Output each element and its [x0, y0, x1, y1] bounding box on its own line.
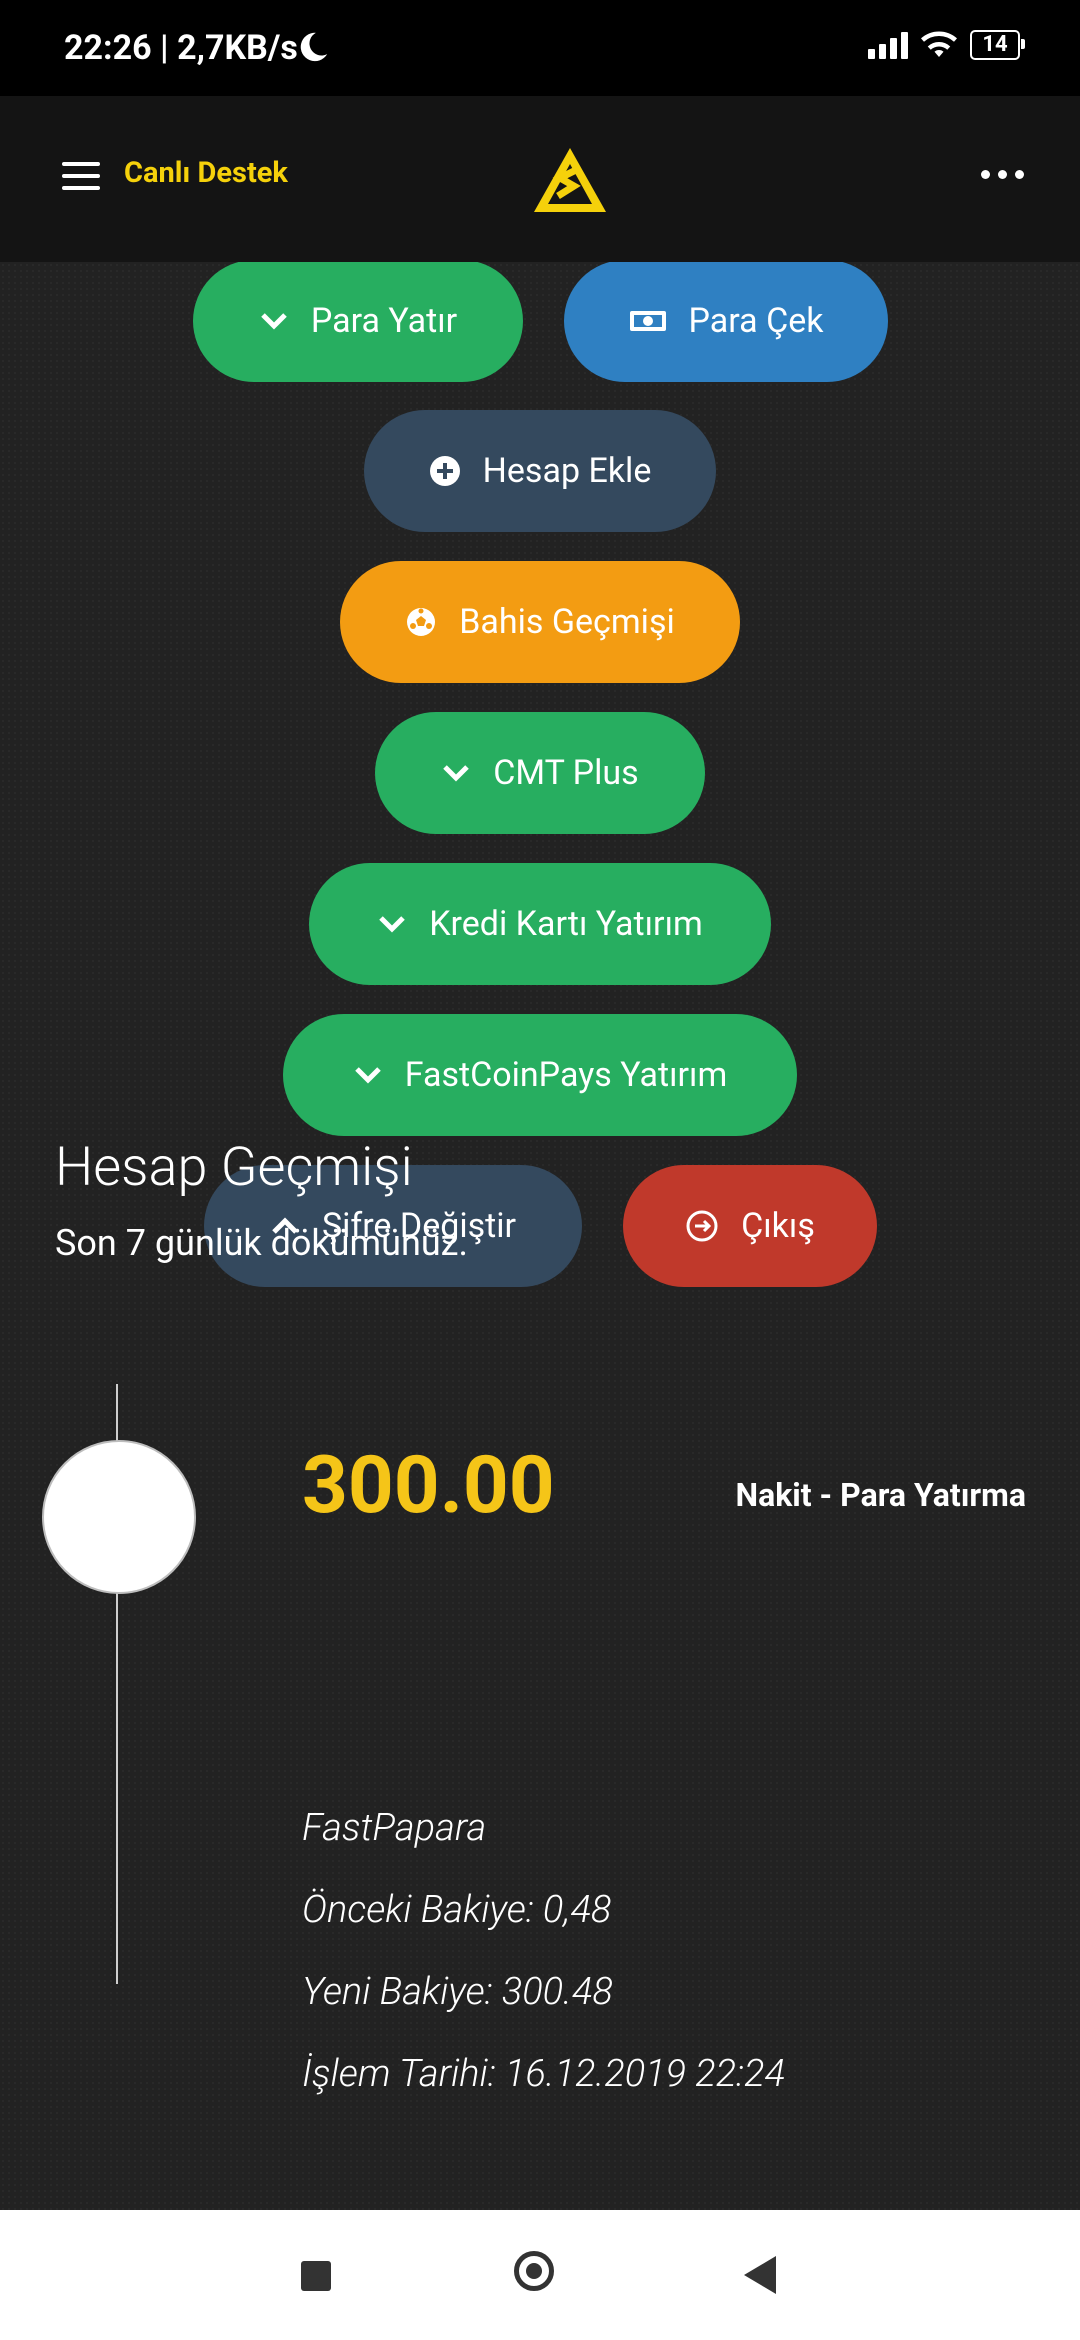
status-time: 22:26 | 2,7KB/s	[64, 28, 298, 68]
logout-label: Çıkış	[741, 1206, 815, 1246]
recents-icon[interactable]	[301, 2261, 331, 2291]
add-account-label: Hesap Ekle	[482, 451, 652, 491]
live-support-link[interactable]: Canlı Destek	[124, 156, 288, 190]
moon-icon	[300, 32, 328, 62]
credit-card-deposit-button[interactable]: Kredi Kartı Yatırım	[309, 863, 771, 985]
add-account-button[interactable]: Hesap Ekle	[364, 410, 716, 532]
status-bar: 22:26 | 2,7KB/s 14	[0, 0, 1080, 96]
history-title: Hesap Geçmişi	[55, 1136, 413, 1199]
transaction-amount: 300.00	[302, 1438, 555, 1532]
withdraw-label: Para Çek	[688, 301, 824, 341]
chevron-down-icon	[353, 1065, 383, 1085]
site-logo[interactable]	[530, 144, 610, 216]
back-icon[interactable]	[744, 2256, 776, 2294]
home-icon[interactable]	[514, 2251, 554, 2291]
fastcoinpays-deposit-button[interactable]: FastCoinPays Yatırım	[283, 1014, 797, 1136]
deposit-label: Para Yatır	[310, 301, 458, 341]
chevron-down-icon	[377, 914, 407, 934]
wifi-icon	[921, 31, 957, 57]
transaction-type: Nakit - Para Yatırma	[735, 1476, 1027, 1514]
logout-icon	[685, 1209, 719, 1243]
cmt-plus-label: CMT Plus	[493, 753, 639, 793]
more-options-icon[interactable]	[981, 170, 1024, 179]
football-icon	[405, 606, 437, 638]
menu-icon[interactable]	[62, 162, 100, 190]
history-subtitle: Son 7 günlük dökümünüz.	[55, 1222, 469, 1264]
transaction-previous-balance: Önceki Bakiye: 0,48	[302, 1888, 612, 1932]
withdraw-button[interactable]: Para Çek	[564, 262, 888, 382]
transaction-new-balance: Yeni Bakiye: 300.48	[302, 1970, 613, 2014]
deposit-button[interactable]: Para Yatır	[193, 262, 523, 382]
logout-button[interactable]: Çıkış	[623, 1165, 877, 1287]
bet-history-button[interactable]: Bahis Geçmişi	[340, 561, 740, 683]
chevron-down-icon	[441, 763, 471, 783]
transaction-method: FastPapara	[302, 1806, 487, 1850]
timeline-dot	[42, 1440, 196, 1594]
money-icon	[629, 309, 667, 333]
plus-circle-icon	[429, 455, 461, 487]
system-nav-bar	[0, 2210, 1080, 2340]
credit-card-deposit-label: Kredi Kartı Yatırım	[429, 904, 703, 944]
chevron-down-icon	[259, 311, 289, 331]
signal-icon	[868, 31, 908, 59]
fastcoinpays-deposit-label: FastCoinPays Yatırım	[404, 1055, 728, 1095]
top-header: Canlı Destek	[0, 96, 1080, 262]
transaction-date: İşlem Tarihi: 16.12.2019 22:24	[302, 2052, 785, 2096]
cmt-plus-button[interactable]: CMT Plus	[375, 712, 705, 834]
bet-history-label: Bahis Geçmişi	[459, 602, 675, 642]
battery-icon: 14	[970, 30, 1025, 60]
